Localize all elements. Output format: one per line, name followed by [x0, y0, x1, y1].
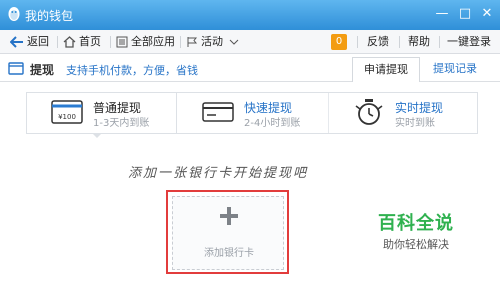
- section-header: 提现 支持手机付款，方便，省钱 申请提现 提现记录: [0, 55, 500, 83]
- home-icon: [63, 36, 76, 48]
- empty-hint: 添加一张银行卡开始提现吧: [128, 166, 309, 181]
- toolbar-divider: [357, 36, 358, 48]
- svg-text:¥100: ¥100: [58, 113, 76, 121]
- watermark-logo: 百科全说 助你轻松解决: [366, 209, 466, 252]
- qq-penguin-icon: [8, 7, 20, 21]
- login-label: 一键登录: [447, 35, 491, 48]
- method-subtitle: 实时到账: [395, 118, 435, 129]
- login-link[interactable]: 一键登录: [447, 30, 491, 54]
- toolbar-divider: [110, 36, 111, 48]
- home-button[interactable]: 首页: [63, 30, 101, 54]
- plus-icon: [220, 207, 238, 225]
- toolbar-divider: [399, 36, 400, 48]
- stopwatch-icon: [355, 99, 383, 125]
- close-button[interactable]: ✕: [477, 5, 497, 23]
- active-method-pointer: [92, 133, 102, 138]
- back-label: 返回: [27, 35, 49, 48]
- toolbar-divider: [57, 36, 58, 48]
- watermark-title: 百科全说: [378, 213, 454, 234]
- card-100-icon: ¥100: [51, 100, 83, 124]
- toolbar-divider: [180, 36, 181, 48]
- apps-icon: [116, 36, 128, 48]
- tab-apply-withdraw[interactable]: 申请提现: [352, 57, 420, 83]
- help-label: 帮助: [408, 35, 430, 48]
- help-link[interactable]: 帮助: [408, 30, 430, 54]
- section-title: 提现: [30, 63, 55, 77]
- main-content: ¥100 普通提现 1-3天内到账 快速提现 2-4小时到账 实时提现 实时到账: [0, 82, 500, 283]
- activities-label: 活动: [201, 35, 223, 48]
- activities-dropdown[interactable]: 活动: [186, 30, 242, 54]
- chevron-down-icon: [229, 39, 239, 45]
- notification-badge[interactable]: 0: [331, 34, 347, 50]
- feedback-link[interactable]: 反馈: [367, 30, 389, 54]
- back-button[interactable]: 返回: [10, 30, 49, 54]
- method-fast-withdraw[interactable]: 快速提现 2-4小时到账: [178, 93, 328, 133]
- method-subtitle: 2-4小时到账: [244, 118, 301, 129]
- toolbar-divider: [439, 36, 440, 48]
- watermark-subtitle: 助你轻松解决: [383, 238, 449, 251]
- maximize-button[interactable]: □: [455, 5, 475, 23]
- withdraw-methods: ¥100 普通提现 1-3天内到账 快速提现 2-4小时到账 实时提现 实时到账: [26, 92, 478, 134]
- feedback-label: 反馈: [367, 35, 389, 48]
- minimize-button[interactable]: —: [432, 5, 452, 23]
- method-realtime-withdraw[interactable]: 实时提现 实时到账: [329, 93, 479, 133]
- section-description: 支持手机付款，方便，省钱: [66, 64, 198, 77]
- add-card-label: 添加银行卡: [204, 248, 254, 259]
- card-icon: [202, 102, 234, 122]
- add-bank-card-button[interactable]: 添加银行卡: [172, 196, 284, 270]
- window-title: 我的钱包: [25, 9, 74, 23]
- title-bar: 我的钱包 — □ ✕: [0, 0, 500, 30]
- method-subtitle: 1-3天内到账: [93, 118, 150, 129]
- all-apps-label: 全部应用: [131, 35, 175, 48]
- back-arrow-icon: [10, 36, 23, 48]
- withdraw-icon: [8, 62, 24, 75]
- home-label: 首页: [79, 35, 101, 48]
- method-normal-withdraw[interactable]: ¥100 普通提现 1-3天内到账: [27, 93, 177, 133]
- all-apps-button[interactable]: 全部应用: [116, 30, 175, 54]
- tab-withdraw-records[interactable]: 提现记录: [423, 57, 487, 83]
- toolbar: 返回 首页 全部应用 活动 反馈 帮助 一键登录: [0, 30, 500, 54]
- flag-icon: [187, 37, 198, 47]
